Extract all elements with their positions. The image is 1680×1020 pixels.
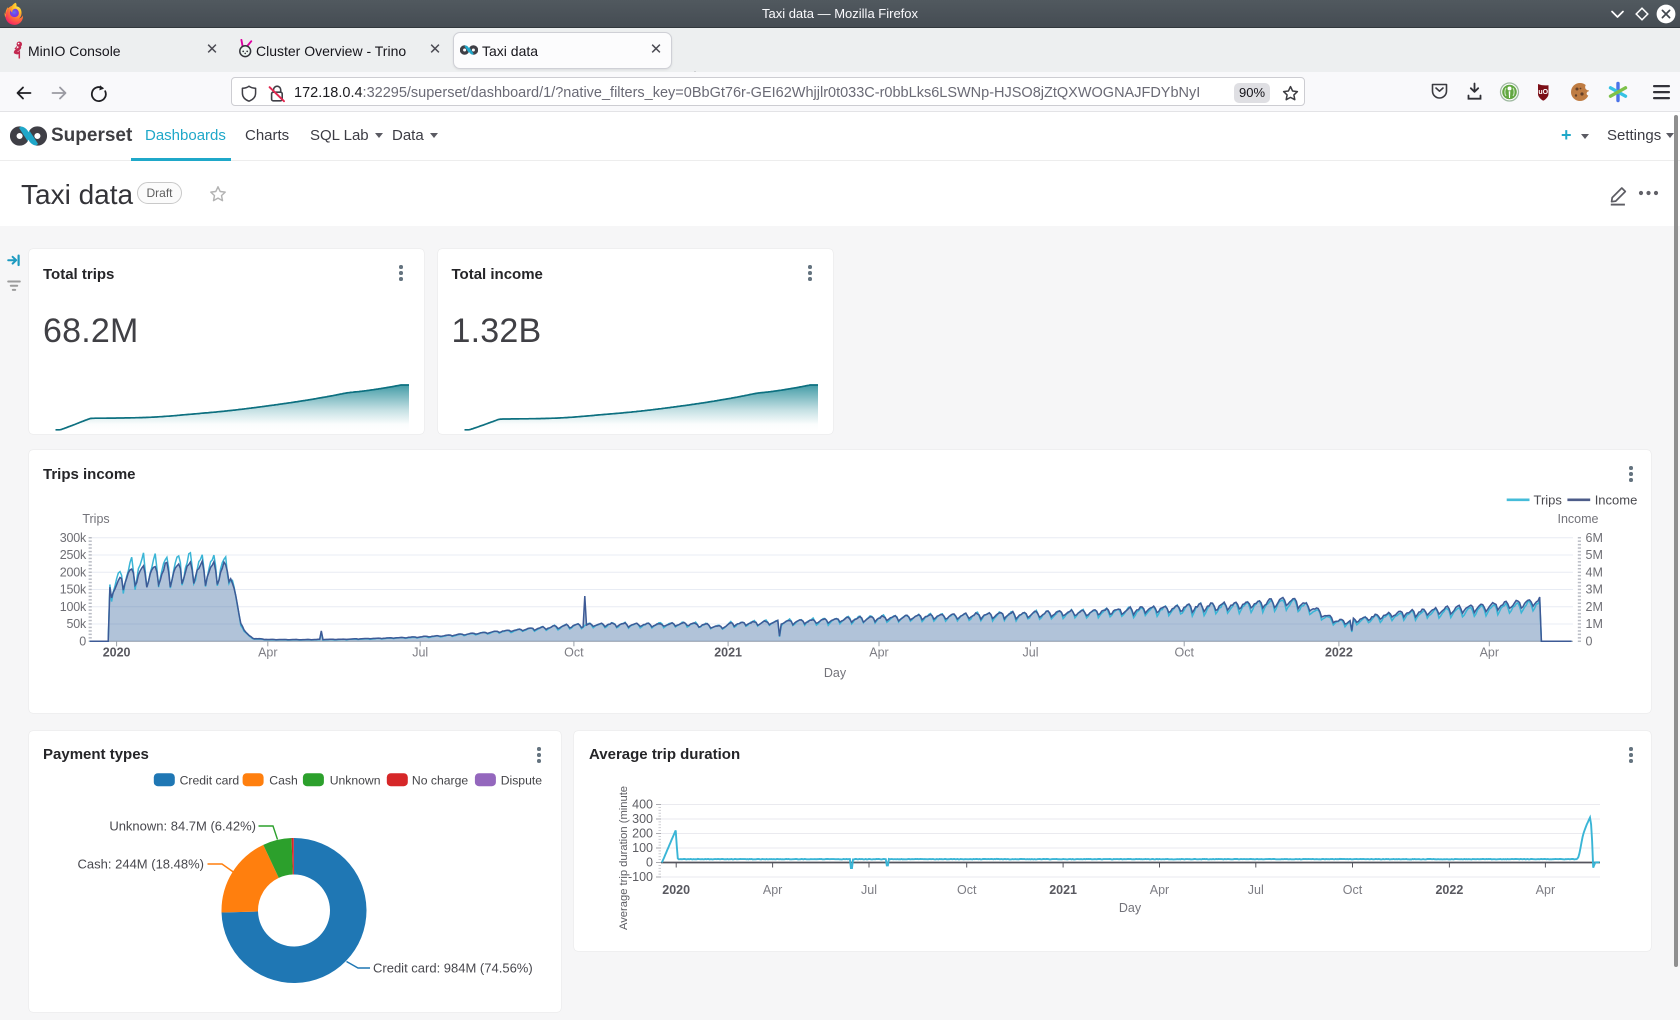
svg-text:Jul: Jul xyxy=(1248,883,1264,897)
svg-text:2022: 2022 xyxy=(1435,883,1463,897)
svg-text:2020: 2020 xyxy=(662,883,690,897)
svg-text:100: 100 xyxy=(632,841,653,855)
svg-text:Jul: Jul xyxy=(861,883,877,897)
svg-text:-100: -100 xyxy=(628,870,653,884)
svg-text:Day: Day xyxy=(1119,901,1142,915)
svg-text:Apr: Apr xyxy=(1150,883,1169,897)
svg-text:Average trip duration (minute: Average trip duration (minute xyxy=(618,786,630,930)
svg-text:200: 200 xyxy=(632,827,653,841)
svg-text:0: 0 xyxy=(646,856,653,870)
svg-text:Oct: Oct xyxy=(1343,883,1363,897)
svg-text:2021: 2021 xyxy=(1049,883,1077,897)
svg-text:400: 400 xyxy=(632,798,653,812)
svg-text:Oct: Oct xyxy=(957,883,977,897)
svg-text:Apr: Apr xyxy=(763,883,782,897)
svg-text:Apr: Apr xyxy=(1536,883,1555,897)
svg-text:300: 300 xyxy=(632,812,653,826)
